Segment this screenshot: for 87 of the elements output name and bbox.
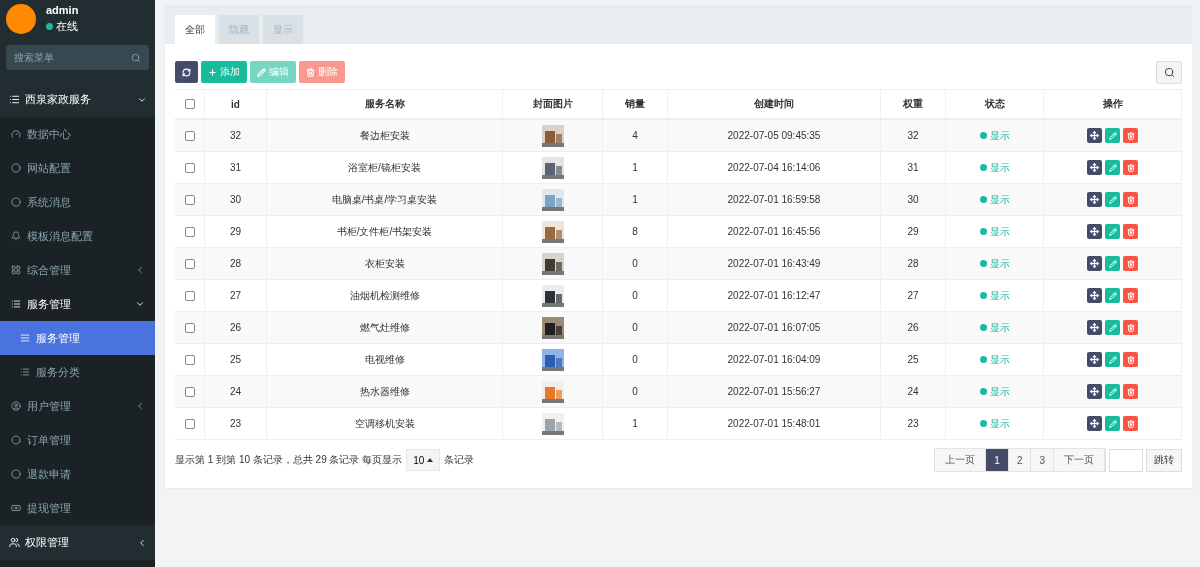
table-cell: 电视维修 <box>267 344 503 376</box>
tab[interactable]: 全部 <box>175 15 215 44</box>
table-cell: 32 <box>881 120 946 152</box>
menu-item[interactable]: 网站配置 <box>0 151 155 185</box>
page-button[interactable]: 2 <box>1008 449 1032 471</box>
status-label: 显示 <box>979 128 1010 143</box>
table-cell: 2022-07-01 16:45:56 <box>668 216 881 248</box>
table-cell: 30 <box>205 184 267 216</box>
menu-item[interactable]: 综合管理 <box>0 253 155 287</box>
table-cell: 32 <box>205 120 267 152</box>
page-size-dropdown[interactable]: 10 <box>406 449 441 471</box>
jump-button[interactable]: 跳转 <box>1146 448 1182 472</box>
table-cell: 0 <box>603 344 668 376</box>
table-cell: 27 <box>881 280 946 312</box>
status-label: 显示 <box>979 160 1010 175</box>
table-cell: 28 <box>881 248 946 280</box>
table-cell: 0 <box>603 312 668 344</box>
status-label: 显示 <box>979 256 1010 271</box>
table-cell: 8 <box>603 216 668 248</box>
menu-item[interactable]: 数据中心 <box>0 117 155 151</box>
table-cell: 0 <box>603 248 668 280</box>
table-cell: 0 <box>603 376 668 408</box>
status-label: 显示 <box>979 416 1010 431</box>
status-label: 显示 <box>979 352 1010 367</box>
page-button[interactable]: 1 <box>986 449 1009 471</box>
table-cell: 1 <box>603 184 668 216</box>
table-cell: 热水器维修 <box>267 376 503 408</box>
menu-item[interactable]: 模板消息配置 <box>0 219 155 253</box>
table-cell: 26 <box>205 312 267 344</box>
table-cell: 31 <box>881 152 946 184</box>
table-cell: 空调移机安装 <box>267 408 503 440</box>
table-cell: 书柜/文件柜/书架安装 <box>267 216 503 248</box>
table-cell: 2022-07-01 16:04:09 <box>668 344 881 376</box>
table-cell: 燃气灶维修 <box>267 312 503 344</box>
table-cell: 24 <box>205 376 267 408</box>
status-label: 显示 <box>979 320 1010 335</box>
table-cell: 26 <box>881 312 946 344</box>
table-cell: 2022-07-01 16:43:49 <box>668 248 881 280</box>
next-page-button[interactable]: 下一页 <box>1054 449 1105 471</box>
table-cell: 4 <box>603 120 668 152</box>
table-cell: 29 <box>205 216 267 248</box>
table-cell: 23 <box>205 408 267 440</box>
table-cell: 2022-07-04 16:14:06 <box>668 152 881 184</box>
table-cell: 30 <box>881 184 946 216</box>
status-label: 显示 <box>979 384 1010 399</box>
table-cell: 29 <box>881 216 946 248</box>
menu-item[interactable]: 提现管理 <box>0 491 155 525</box>
table-cell: 油烟机检测维修 <box>267 280 503 312</box>
table-cell: 电脑桌/书桌/学习桌安装 <box>267 184 503 216</box>
user-status: 在线 <box>56 19 78 34</box>
page-button[interactable]: 3 <box>1031 449 1054 471</box>
table-cell: 2022-07-01 16:12:47 <box>668 280 881 312</box>
table-cell: 浴室柜/镜柜安装 <box>267 152 503 184</box>
table-cell: 1 <box>603 152 668 184</box>
menu-group[interactable]: 西泉家政服务 <box>0 82 155 117</box>
status-label: 显示 <box>979 192 1010 207</box>
table-cell: 24 <box>881 376 946 408</box>
table-cell: 2022-07-01 15:56:27 <box>668 376 881 408</box>
table-cell: 25 <box>881 344 946 376</box>
table-cell: 餐边柜安装 <box>267 120 503 152</box>
record-summary: 显示第 1 到第 10 条记录，总共 29 条记录 每页显示 <box>175 453 403 467</box>
table-cell: 衣柜安装 <box>267 248 503 280</box>
table-cell: 2022-07-01 16:07:05 <box>668 312 881 344</box>
menu-group[interactable]: 权限管理 <box>0 525 155 560</box>
table-cell: 31 <box>205 152 267 184</box>
record-summary-suffix: 条记录 <box>444 453 475 467</box>
table-cell: 27 <box>205 280 267 312</box>
user-name: admin <box>46 4 79 16</box>
table-cell: 23 <box>881 408 946 440</box>
menu-item[interactable]: 订单管理 <box>0 423 155 457</box>
prev-page-button[interactable]: 上一页 <box>935 449 987 471</box>
table-cell: 1 <box>603 408 668 440</box>
menu-item[interactable]: 系统消息 <box>0 185 155 219</box>
menu-item[interactable]: 服务管理 <box>0 321 155 355</box>
menu-item[interactable]: 服务分类 <box>0 355 155 389</box>
table-cell: 2022-07-01 15:48:01 <box>668 408 881 440</box>
menu-item[interactable]: 退款申请 <box>0 457 155 491</box>
table-cell: 0 <box>603 280 668 312</box>
table-cell: 2022-07-01 16:59:58 <box>668 184 881 216</box>
table-cell: 25 <box>205 344 267 376</box>
menu-item[interactable]: 用户管理 <box>0 389 155 423</box>
table-cell: 28 <box>205 248 267 280</box>
search-field[interactable]: 搜索菜单 <box>6 45 149 70</box>
status-label: 显示 <box>979 288 1010 303</box>
status-label: 显示 <box>979 224 1010 239</box>
table-cell: 2022-07-05 09:45:35 <box>668 120 881 152</box>
menu-item[interactable]: 服务管理 <box>0 287 155 321</box>
